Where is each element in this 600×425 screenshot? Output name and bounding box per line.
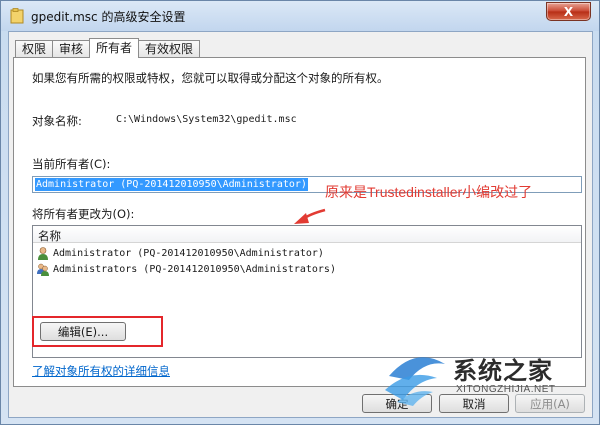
tab-effective-permissions[interactable]: 有效权限 xyxy=(138,40,201,58)
list-header[interactable]: 名称 xyxy=(33,226,581,243)
object-name-value: C:\Windows\System32\gpedit.msc xyxy=(116,114,297,125)
change-owner-label: 将所有者更改为(O): xyxy=(32,207,135,221)
object-name-label: 对象名称: xyxy=(32,114,82,128)
close-icon: X xyxy=(563,4,574,19)
list-item[interactable]: Administrators (PQ-201412010950\Administ… xyxy=(37,262,336,277)
tab-owner[interactable]: 所有者 xyxy=(89,38,140,58)
user-icon xyxy=(38,247,48,260)
group-icon xyxy=(37,263,49,276)
tab-permissions[interactable]: 权限 xyxy=(15,40,54,58)
dialog-window: gpedit.msc 的高级安全设置 X 权限 审核 所有者 有效权限 如果您有… xyxy=(0,0,600,425)
list-item-label: Administrator (PQ-201412010950\Administr… xyxy=(53,248,324,259)
current-owner-label: 当前所有者(C): xyxy=(32,157,111,171)
learn-more-link[interactable]: 了解对象所有权的详细信息 xyxy=(32,363,170,379)
list-item-label: Administrators (PQ-201412010950\Administ… xyxy=(53,264,336,275)
annotation-text: 原来是Trustedinstaller小编改过了 xyxy=(325,184,533,200)
watermark-logo-icon xyxy=(385,357,445,406)
current-owner-value[interactable]: Administrator (PQ-201412010950\Administr… xyxy=(35,178,308,191)
watermark-brand-en: XITONGZHIJIA.NET xyxy=(456,384,556,395)
close-button[interactable]: X xyxy=(546,2,591,21)
apply-button[interactable]: 应用(A) xyxy=(515,394,585,413)
tab-strip: 权限 审核 所有者 有效权限 xyxy=(15,38,201,58)
watermark-brand-cn: 系统之家 xyxy=(453,356,553,385)
edit-button[interactable]: 编辑(E)... xyxy=(40,322,126,341)
title-bar[interactable]: gpedit.msc 的高级安全设置 X xyxy=(1,1,599,31)
intro-text: 如果您有所需的权限或特权，您就可以取得或分配这个对象的所有权。 xyxy=(32,71,389,85)
folder-icon xyxy=(10,8,24,24)
window-title: gpedit.msc 的高级安全设置 xyxy=(31,10,186,24)
tab-auditing[interactable]: 审核 xyxy=(52,40,91,58)
list-item[interactable]: Administrator (PQ-201412010950\Administr… xyxy=(37,246,324,261)
column-name-header[interactable]: 名称 xyxy=(38,228,61,244)
owner-tab-panel: 如果您有所需的权限或特权，您就可以取得或分配这个对象的所有权。 对象名称: C:… xyxy=(13,57,586,387)
